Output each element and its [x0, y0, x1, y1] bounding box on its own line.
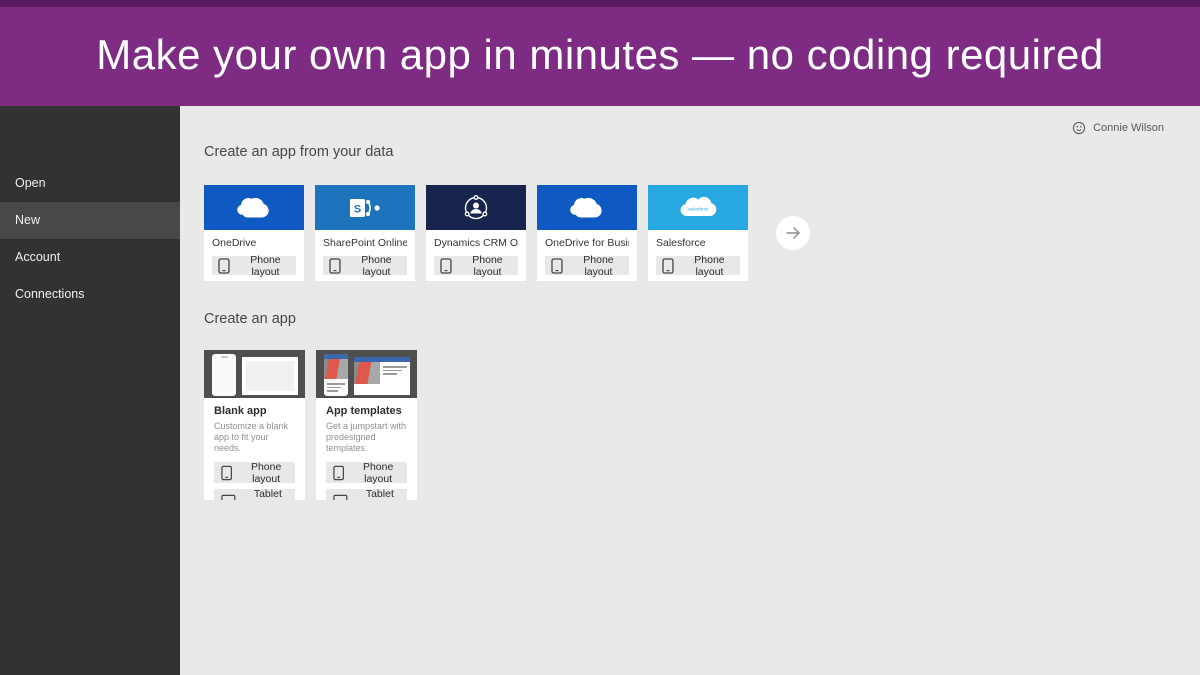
- main-content: Connie Wilson Create an app from your da…: [180, 106, 1200, 675]
- app-card-description: Get a jumpstart with predesigned templat…: [326, 421, 407, 454]
- blank-app-phone-layout-button[interactable]: Phone layout: [214, 462, 295, 483]
- tablet-icon: [221, 494, 236, 501]
- phone-icon: [440, 258, 452, 274]
- app-templates-preview: [316, 350, 417, 398]
- section-title-create-from-data: Create an app from your data: [204, 144, 393, 160]
- connector-card-title: OneDrive: [212, 237, 296, 249]
- onedrive-icon: [230, 194, 278, 222]
- connector-card-onedrive-business[interactable]: OneDrive for Business Phone layout: [537, 185, 637, 281]
- layout-button-label: Phone layout: [235, 254, 296, 278]
- onedrive-icon: [563, 194, 611, 222]
- connector-card-onedrive[interactable]: OneDrive Phone layout: [204, 185, 304, 281]
- phone-icon: [551, 258, 563, 274]
- app-card-title: Blank app: [214, 405, 295, 417]
- blank-app-tablet-layout-button[interactable]: Tablet layout: [214, 489, 295, 500]
- onedrive-tile: [204, 185, 304, 230]
- salesforce-tile: salesforce: [648, 185, 748, 230]
- tablet-mockup: [242, 357, 298, 395]
- sidebar-item-open[interactable]: Open: [0, 165, 180, 202]
- app-templates-phone-layout-button[interactable]: Phone layout: [326, 462, 407, 483]
- phone-icon: [221, 465, 232, 481]
- connector-card-title: OneDrive for Business: [545, 237, 629, 249]
- connector-card-row: OneDrive Phone layout S: [204, 185, 810, 281]
- svg-text:salesforce: salesforce: [688, 206, 709, 211]
- connector-card-salesforce[interactable]: salesforce Salesforce Phone layout: [648, 185, 748, 281]
- layout-button-label: Tablet layout: [241, 488, 295, 501]
- phone-icon: [329, 258, 341, 274]
- phone-icon: [662, 258, 674, 274]
- hero-banner: Make your own app in minutes — no coding…: [0, 0, 1200, 106]
- onedrive-business-tile: [537, 185, 637, 230]
- sidebar-item-new[interactable]: New: [0, 202, 180, 239]
- blank-app-card[interactable]: Blank app Customize a blank app to fit y…: [204, 350, 305, 500]
- salesforce-phone-layout-button[interactable]: Phone layout: [656, 256, 740, 275]
- layout-button-label: Tablet layout: [353, 488, 407, 501]
- sidebar-item-connections[interactable]: Connections: [0, 276, 180, 313]
- user-icon: [1072, 121, 1086, 135]
- app-card-title: App templates: [326, 405, 407, 417]
- connector-card-dynamics-crm[interactable]: Dynamics CRM Online Phone layout: [426, 185, 526, 281]
- sharepoint-tile: S: [315, 185, 415, 230]
- layout-button-label: Phone layout: [679, 254, 740, 278]
- sharepoint-icon: S: [348, 195, 382, 221]
- app-templates-card[interactable]: App templates Get a jumpstart with prede…: [316, 350, 417, 500]
- phone-mockup: [212, 354, 236, 396]
- phone-mockup: [324, 354, 348, 396]
- phone-icon: [333, 465, 344, 481]
- app-card-row: Blank app Customize a blank app to fit y…: [204, 350, 417, 500]
- sharepoint-phone-layout-button[interactable]: Phone layout: [323, 256, 407, 275]
- svg-text:S: S: [354, 203, 361, 215]
- section-title-create-an-app: Create an app: [204, 311, 296, 327]
- phone-icon: [218, 258, 230, 274]
- tablet-icon: [333, 494, 348, 501]
- app-templates-tablet-layout-button[interactable]: Tablet layout: [326, 489, 407, 500]
- sidebar-nav: Open New Account Connections: [0, 165, 180, 313]
- layout-button-label: Phone layout: [237, 461, 295, 485]
- connector-card-title: Salesforce: [656, 237, 740, 249]
- layout-button-label: Phone layout: [349, 461, 407, 485]
- salesforce-icon: salesforce: [676, 193, 720, 223]
- dynamics-phone-layout-button[interactable]: Phone layout: [434, 256, 518, 275]
- user-name: Connie Wilson: [1093, 122, 1164, 134]
- account-menu[interactable]: Connie Wilson: [1072, 121, 1164, 135]
- onedrive-phone-layout-button[interactable]: Phone layout: [212, 256, 296, 275]
- layout-button-label: Phone layout: [457, 254, 518, 278]
- banner-top-strip: [0, 0, 1200, 7]
- layout-button-group: Phone layout Tablet layout: [214, 462, 295, 500]
- connector-card-title: SharePoint Online: [323, 237, 407, 249]
- connector-card-title: Dynamics CRM Online: [434, 237, 518, 249]
- tablet-mockup: [354, 357, 410, 395]
- dynamics-crm-tile: [426, 185, 526, 230]
- layout-button-group: Phone layout Tablet layout: [326, 462, 407, 500]
- onedrive-business-phone-layout-button[interactable]: Phone layout: [545, 256, 629, 275]
- blank-app-preview: [204, 350, 305, 398]
- layout-button-label: Phone layout: [568, 254, 629, 278]
- sidebar-item-account[interactable]: Account: [0, 239, 180, 276]
- sidebar: Open New Account Connections: [0, 106, 180, 675]
- scroll-right-button[interactable]: [776, 216, 810, 250]
- dynamics-crm-icon: [461, 193, 491, 223]
- connector-card-sharepoint[interactable]: S SharePoint Online Phone layout: [315, 185, 415, 281]
- banner-title: Make your own app in minutes — no coding…: [96, 31, 1103, 79]
- layout-button-label: Phone layout: [346, 254, 407, 278]
- arrow-right-icon: [783, 223, 803, 243]
- app-card-description: Customize a blank app to fit your needs.: [214, 421, 295, 454]
